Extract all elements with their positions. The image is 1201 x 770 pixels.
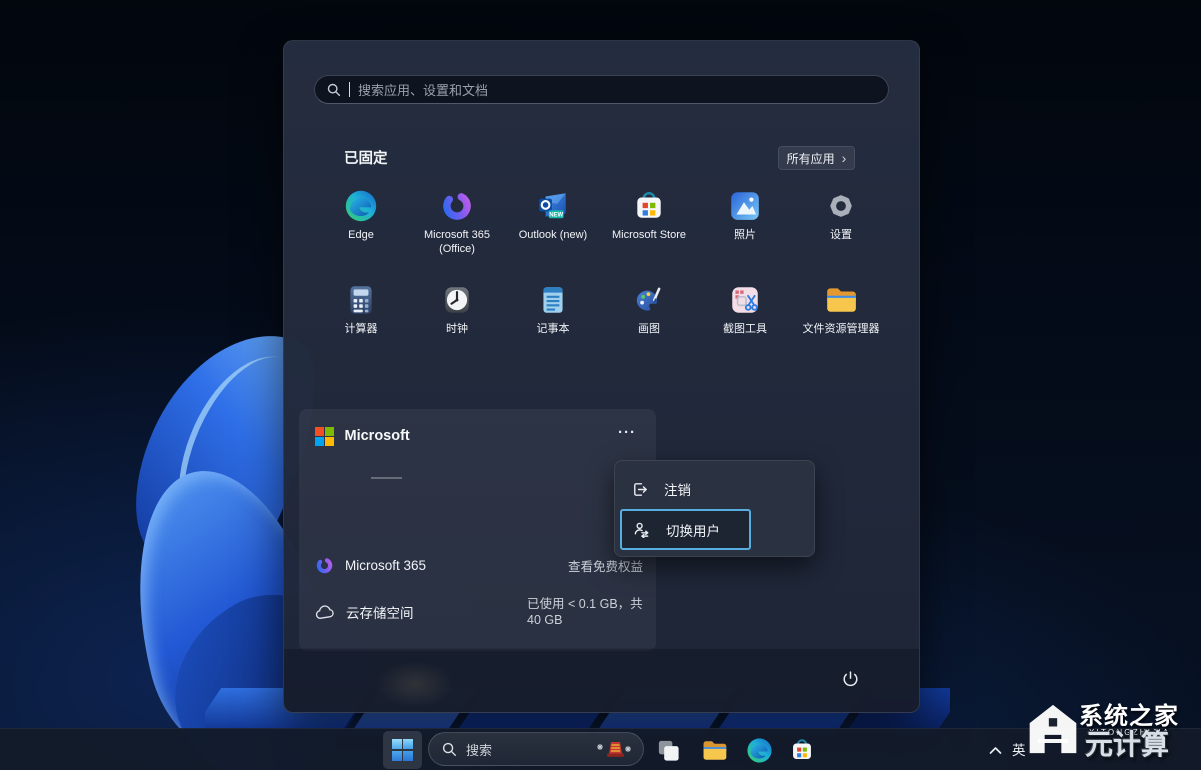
power-button[interactable] [832,661,868,697]
app-notepad[interactable]: 记事本 [505,283,601,336]
app-clock[interactable]: 时钟 [409,283,505,336]
notepad-icon [536,283,570,317]
cloud-icon [315,605,335,620]
sign-out-icon [631,480,649,498]
start-button[interactable] [383,731,422,769]
app-paint[interactable]: 画图 [601,283,697,336]
account-context-menu: 注销 切换用户 [614,460,815,557]
account-header: Microsoft [315,427,410,446]
search-icon [327,83,341,97]
task-view-button[interactable] [651,734,685,766]
microsoft-365-icon [440,189,474,223]
search-icon [442,742,457,757]
menu-item-switch-user[interactable]: 切换用户 [620,509,751,550]
tray-overflow-button[interactable] [978,734,1012,766]
all-apps-button[interactable]: 所有应用 › [778,146,855,170]
menu-item-sign-out[interactable]: 注销 [631,474,691,504]
microsoft-store-icon [789,737,815,763]
outlook-icon: NEW [536,189,570,223]
start-search-input[interactable]: 搜索应用、设置和文档 [314,75,889,104]
task-view-icon [656,738,681,763]
watermark-logo-icon [1023,698,1083,760]
account-detail-dash [371,477,402,479]
app-snipping-tool[interactable]: 截图工具 [697,283,793,336]
account-more-button[interactable]: ··· [612,421,642,443]
windows-logo-icon [392,739,414,761]
file-explorer-icon [701,737,728,764]
app-file-explorer[interactable]: 文件资源管理器 [793,283,889,336]
app-photos[interactable]: 照片 [697,189,793,242]
app-settings[interactable]: 设置 [793,189,889,242]
settings-icon [824,189,858,223]
account-name: Microsoft [345,428,410,444]
edge-icon [746,737,773,764]
account-card: Microsoft ··· Microsoft 365 查看免费权益 云存储空间… [299,409,656,651]
watermark: 系统之家 XITONGZHIJIA 元计算 [1019,690,1201,770]
taskbar-search[interactable]: 搜索 [428,732,644,766]
start-menu-footer [284,648,919,712]
calculator-icon [344,283,378,317]
app-microsoft-365[interactable]: Microsoft 365 (Office) [409,189,505,257]
app-outlook-new[interactable]: NEW Outlook (new) [505,189,601,242]
microsoft-365-row[interactable]: Microsoft 365 查看免费权益 [315,552,643,578]
watermark-overlay: 元计算 [1085,723,1169,763]
app-edge[interactable]: Edge [313,189,409,242]
search-highlight-icon [595,737,633,761]
power-icon [840,669,861,690]
pinned-section-title: 已固定 [344,147,388,168]
switch-user-icon [633,521,651,539]
cloud-storage-row[interactable]: 云存储空间 已使用 < 0.1 GB，共 40 GB [315,592,643,632]
chevron-up-icon [989,746,1002,755]
edge-icon [344,189,378,223]
chevron-right-icon: › [842,151,847,165]
storage-usage-text: 已使用 < 0.1 GB，共 40 GB [527,596,643,629]
microsoft-365-icon [315,556,334,575]
view-benefits-link[interactable]: 查看免费权益 [568,556,643,575]
app-calculator[interactable]: 计算器 [313,283,409,336]
file-explorer-icon [824,283,858,317]
file-explorer-button[interactable] [697,734,731,766]
app-microsoft-store[interactable]: Microsoft Store [601,189,697,242]
photos-icon [728,189,762,223]
search-placeholder: 搜索应用、设置和文档 [358,80,488,99]
start-menu: 搜索应用、设置和文档 已固定 所有应用 › Edge [283,40,920,713]
microsoft-store-button[interactable] [785,734,819,766]
snipping-tool-icon [728,283,762,317]
paint-icon [632,283,666,317]
edge-button[interactable] [742,734,776,766]
desktop: 搜索应用、设置和文档 已固定 所有应用 › Edge [0,0,1201,770]
clock-icon [440,283,474,317]
microsoft-logo-icon [315,427,334,446]
text-cursor [349,82,350,97]
microsoft-store-icon [632,189,666,223]
svg-text:NEW: NEW [549,213,563,219]
